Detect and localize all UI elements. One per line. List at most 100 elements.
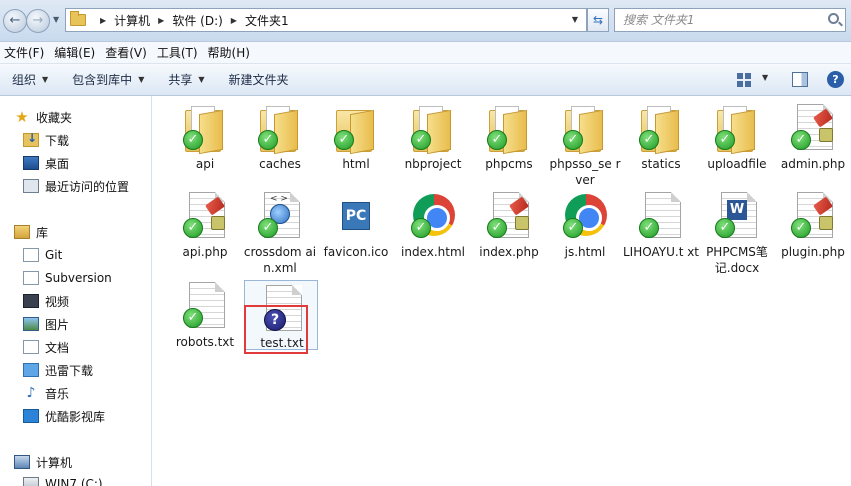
sidebar-item-label: 迅雷下载	[45, 363, 94, 378]
computer-icon	[14, 455, 30, 469]
sidebar-item-recent[interactable]: 最近访问的位置	[23, 176, 129, 196]
library-icon	[14, 225, 30, 239]
chevron-down-icon: ▼	[42, 75, 49, 84]
file-js-html[interactable]: ✓ js.html	[547, 192, 623, 260]
menu-help[interactable]: 帮助(H)	[204, 44, 256, 61]
sidebar-item-music[interactable]: ♪ 音乐	[23, 383, 69, 403]
refresh-button[interactable]: ⇆	[587, 8, 609, 32]
file-name: index.html	[401, 245, 465, 259]
sidebar-item-drive-c[interactable]: WIN7 (C:)	[23, 474, 103, 486]
folder-icon: ✓	[637, 104, 685, 155]
menu-file[interactable]: 文件(F)	[0, 44, 50, 61]
sidebar-item-youku[interactable]: 优酷影视库	[23, 406, 105, 426]
folder-api[interactable]: ✓ api	[167, 104, 243, 172]
breadcrumb-separator-icon[interactable]: ▶	[158, 16, 164, 25]
sidebar-item-git[interactable]: Git	[23, 245, 62, 265]
music-icon: ♪	[26, 385, 36, 401]
sidebar-item-documents[interactable]: 文档	[23, 337, 69, 357]
command-bar: 组织 ▼ 包含到库中 ▼ 共享 ▼ 新建文件夹 ▼ ?	[0, 64, 851, 96]
documents-icon	[23, 340, 39, 354]
menu-edit[interactable]: 编辑(E)	[50, 44, 101, 61]
sidebar-item-label: 优酷影视库	[45, 409, 106, 424]
folder-html[interactable]: ✓ html	[318, 104, 394, 172]
file-robots-txt[interactable]: ✓ robots.txt	[167, 282, 243, 350]
star-icon: ★	[15, 108, 29, 126]
search-placeholder: 搜索 文件夹1	[623, 13, 695, 27]
sidebar-item-label: 视频	[45, 294, 70, 309]
search-icon[interactable]	[828, 13, 839, 24]
sidebar-item-label: 库	[36, 225, 49, 240]
file-name: index.php	[479, 245, 539, 259]
back-button[interactable]: ←	[3, 9, 27, 33]
library-folder-icon	[23, 248, 39, 262]
breadcrumb-computer[interactable]: 计算机	[114, 12, 150, 29]
drive-icon	[23, 477, 39, 486]
file-index-php[interactable]: ✓ index.php	[471, 192, 547, 260]
menu-tools[interactable]: 工具(T)	[153, 44, 204, 61]
file-name: crossdom ain.xml	[243, 245, 317, 275]
chrome-html-icon: ✓	[561, 192, 609, 240]
breadcrumb-folder1[interactable]: 文件夹1	[245, 12, 289, 29]
folder-caches[interactable]: ✓ caches	[242, 104, 318, 172]
breadcrumb-separator-icon[interactable]: ▶	[100, 16, 106, 25]
change-view-icon[interactable]	[737, 73, 751, 87]
folder-icon: ✓	[181, 104, 229, 155]
breadcrumb-drive-d[interactable]: 软件 (D:)	[172, 12, 222, 29]
file-name: favicon.ico	[323, 245, 389, 259]
new-folder-label: 新建文件夹	[228, 73, 289, 87]
recent-pages-dropdown[interactable]: ▼	[53, 15, 59, 24]
file-favicon-ico[interactable]: PC favicon.ico	[318, 192, 394, 260]
file-name: phpcms	[485, 157, 533, 171]
file-name: plugin.php	[781, 245, 845, 259]
sidebar-item-label: 下载	[45, 133, 70, 148]
file-crossdomain-xml[interactable]: < > ✓ crossdom ain.xml	[242, 192, 318, 276]
address-dropdown-icon[interactable]: ▼	[572, 15, 578, 24]
sidebar-item-pictures[interactable]: 图片	[23, 314, 69, 334]
folder-statics[interactable]: ✓ statics	[623, 104, 699, 172]
folder-icon: ✓	[332, 104, 380, 155]
menu-view[interactable]: 查看(V)	[101, 44, 153, 61]
php-file-icon: ✓	[789, 104, 837, 152]
file-plugin-php[interactable]: ✓ plugin.php	[775, 192, 851, 260]
file-phpcms-docx[interactable]: W ✓ PHPCMS笔 记.docx	[699, 192, 775, 276]
file-admin-php[interactable]: ✓ admin.php	[775, 104, 851, 172]
sidebar-item-thunder[interactable]: 迅雷下载	[23, 360, 93, 380]
sidebar-item-label: 最近访问的位置	[45, 179, 130, 194]
preview-pane-icon[interactable]	[792, 72, 808, 87]
folder-phpsso-server[interactable]: ✓ phpsso_se rver	[547, 104, 623, 188]
sidebar-item-desktop[interactable]: 桌面	[23, 153, 69, 173]
sidebar-item-libraries[interactable]: 库	[14, 222, 48, 242]
folder-phpcms[interactable]: ✓ phpcms	[471, 104, 547, 172]
search-input[interactable]: 搜索 文件夹1	[614, 8, 846, 32]
breadcrumb-separator-icon[interactable]: ▶	[231, 16, 237, 25]
file-name: api	[195, 157, 215, 171]
share-button[interactable]: 共享 ▼	[156, 71, 216, 88]
help-icon[interactable]: ?	[827, 71, 844, 88]
file-lihoayu-txt[interactable]: ✓ LIHOAYU.t xt	[623, 192, 699, 260]
sidebar-item-videos[interactable]: 视频	[23, 291, 69, 311]
forward-button[interactable]: →	[26, 9, 50, 33]
file-name: api.php	[182, 245, 228, 259]
new-folder-button[interactable]: 新建文件夹	[217, 71, 301, 88]
folder-nbproject[interactable]: ✓ nbproject	[395, 104, 471, 172]
view-options-dropdown-icon[interactable]: ▼	[762, 73, 768, 82]
sidebar-item-label: Git	[45, 248, 63, 262]
sidebar-item-computer[interactable]: 计算机	[14, 452, 72, 472]
include-library-button[interactable]: 包含到库中 ▼	[60, 71, 156, 88]
breadcrumb[interactable]: ▶ 计算机 ▶ 软件 (D:) ▶ 文件夹1 ▼	[65, 8, 587, 32]
sidebar-item-label: 桌面	[45, 156, 70, 171]
file-api-php[interactable]: ✓ api.php	[167, 192, 243, 260]
menu-bar: 文件(F) 编辑(E) 查看(V) 工具(T) 帮助(H)	[0, 42, 851, 64]
sidebar-item-label: 音乐	[45, 386, 70, 401]
organize-button[interactable]: 组织 ▼	[0, 71, 60, 88]
file-index-html[interactable]: ✓ index.html	[395, 192, 471, 260]
sidebar-item-favorites[interactable]: ★ 收藏夹	[14, 107, 72, 127]
text-file-icon: ✓	[181, 282, 229, 330]
address-bar: ← → ▼ ▶ 计算机 ▶ 软件 (D:) ▶ 文件夹1 ▼ ⇆ 搜索 文件夹1	[0, 0, 851, 42]
folder-uploadfile[interactable]: ✓ uploadfile	[699, 104, 775, 172]
file-name: admin.php	[780, 157, 846, 171]
sidebar-item-subversion[interactable]: Subversion	[23, 268, 112, 288]
file-name: js.html	[564, 245, 606, 259]
sidebar-item-downloads[interactable]: 下载	[23, 130, 69, 150]
folder-icon: ✓	[561, 104, 609, 155]
